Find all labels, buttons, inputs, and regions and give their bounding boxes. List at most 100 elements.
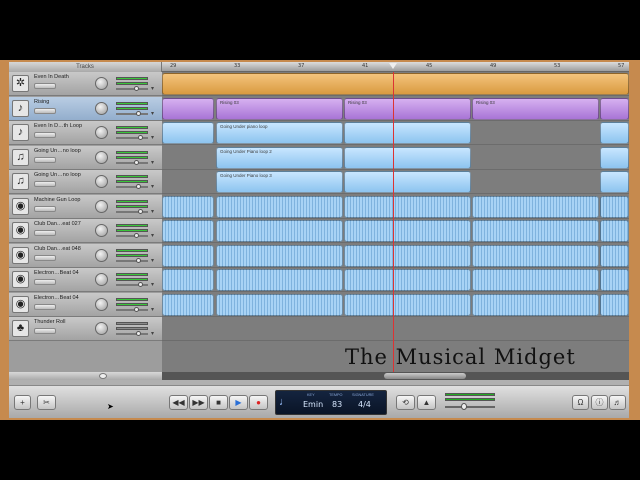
track-volume-slider[interactable] (116, 184, 148, 189)
track-volume-thumb[interactable] (138, 282, 143, 287)
track-volume-thumb[interactable] (136, 257, 141, 263)
track-lane[interactable] (162, 268, 629, 292)
track-volume-thumb[interactable] (136, 110, 141, 116)
pan-knob[interactable] (95, 273, 108, 286)
mute-solo-buttons[interactable] (34, 107, 56, 114)
track-name[interactable]: Electron…Beat 04 (34, 295, 79, 301)
mute-solo-buttons[interactable] (34, 205, 56, 212)
track-name[interactable]: Club Dan…eat 027 (34, 221, 81, 227)
track-header[interactable]: ◉ Electron…Beat 04 ▾ (9, 292, 162, 317)
pan-knob[interactable] (95, 322, 108, 335)
beat-ruler[interactable]: 29 33 37 41 45 49 53 57 (162, 62, 629, 72)
play-button[interactable]: ▶ (229, 395, 248, 410)
pan-knob[interactable] (95, 224, 108, 237)
mute-solo-buttons[interactable] (34, 181, 56, 187)
audio-region[interactable] (600, 293, 629, 316)
audio-region[interactable]: Rising 03 (344, 97, 471, 120)
track-volume-slider[interactable] (116, 86, 148, 91)
pan-knob[interactable] (95, 175, 108, 188)
audio-region[interactable] (472, 220, 599, 242)
track-name[interactable]: Even In D…th Loop (34, 123, 82, 129)
track-lane[interactable] (162, 244, 629, 268)
timeline-scroll-thumb[interactable] (384, 373, 466, 379)
track-lane[interactable] (162, 219, 629, 243)
audio-region[interactable] (472, 293, 599, 316)
audio-region[interactable] (162, 293, 214, 316)
master-volume-slider[interactable] (445, 403, 495, 410)
loop-browser-toggle[interactable]: Ω (572, 395, 589, 410)
timeline-scrollbar[interactable] (162, 372, 629, 380)
audio-region[interactable] (216, 269, 343, 291)
audio-region[interactable] (162, 244, 214, 267)
track-name[interactable]: Going Un…no loop (34, 172, 81, 178)
chevron-down-icon[interactable]: ▾ (151, 330, 154, 337)
mute-solo-buttons[interactable] (34, 328, 56, 334)
audio-region[interactable] (600, 122, 629, 144)
audio-region[interactable] (162, 97, 214, 120)
track-lane[interactable] (162, 195, 629, 219)
audio-region[interactable] (472, 269, 599, 291)
track-header[interactable]: ♫ Going Un…no loop ▾ (9, 170, 162, 194)
track-lane[interactable]: Going Under Piano loop 3 (162, 170, 629, 194)
track-info-button[interactable]: ⓘ (591, 395, 608, 410)
cycle-button[interactable]: ⟲ (396, 395, 415, 410)
mute-solo-buttons[interactable] (34, 83, 56, 89)
audio-region[interactable] (600, 220, 629, 242)
track-volume-slider[interactable] (116, 110, 148, 116)
audio-region[interactable] (216, 244, 343, 267)
track-lane[interactable] (162, 317, 629, 341)
chevron-down-icon[interactable]: ▾ (151, 306, 154, 313)
mute-solo-buttons[interactable] (34, 279, 56, 285)
track-volume-thumb[interactable] (138, 135, 143, 140)
track-volume-slider[interactable] (116, 135, 148, 140)
mute-solo-buttons[interactable] (34, 156, 56, 163)
chevron-down-icon[interactable]: ▾ (151, 110, 154, 117)
audio-region[interactable] (344, 269, 471, 291)
track-header[interactable]: ◉ Electron…Beat 04 ▾ (9, 268, 162, 292)
audio-region[interactable] (344, 293, 471, 316)
chevron-down-icon[interactable]: ▾ (151, 134, 154, 141)
track-name[interactable]: Machine Gun Loop (34, 197, 80, 203)
track-volume-thumb[interactable] (138, 208, 143, 214)
track-header[interactable]: ♫ Going Un…no loop ▾ (9, 145, 162, 170)
rewind-button[interactable]: ◀◀ (169, 395, 188, 410)
pan-knob[interactable] (95, 101, 108, 115)
audio-region[interactable] (472, 195, 599, 218)
record-button[interactable]: ● (249, 395, 268, 410)
chevron-down-icon[interactable]: ▾ (151, 183, 154, 190)
audio-region[interactable] (162, 122, 214, 144)
track-volume-slider[interactable] (116, 331, 148, 336)
track-volume-slider[interactable] (116, 159, 148, 165)
chevron-down-icon[interactable]: ▾ (151, 257, 154, 264)
audio-region[interactable]: Going Under piano loop (216, 122, 343, 144)
playhead-handle[interactable] (389, 63, 397, 69)
track-name[interactable]: Electron…Beat 04 (34, 270, 79, 276)
track-lane[interactable] (162, 72, 629, 96)
audio-region[interactable] (162, 195, 214, 218)
audio-region[interactable] (600, 195, 629, 218)
metronome-button[interactable]: ▲ (417, 395, 436, 410)
track-volume-slider[interactable] (116, 233, 148, 238)
zoom-slider-thumb[interactable] (99, 373, 107, 379)
track-volume-thumb[interactable] (134, 233, 139, 238)
track-volume-thumb[interactable] (134, 86, 139, 91)
fast-forward-button[interactable]: ▶▶ (189, 395, 208, 410)
track-name[interactable]: Rising (34, 99, 49, 105)
track-lane[interactable]: Going Under piano loop (162, 121, 629, 145)
audio-region[interactable] (600, 171, 629, 193)
audio-region[interactable] (344, 195, 471, 218)
audio-region[interactable] (600, 146, 629, 169)
track-lane[interactable] (162, 293, 629, 317)
pan-knob[interactable] (95, 150, 108, 164)
track-name[interactable]: Club Dan…eat 048 (34, 246, 81, 252)
track-volume-thumb[interactable] (134, 159, 139, 165)
lcd-display[interactable]: ♩ KEY TEMPO SIGNATURE Emin 83 4/4 (275, 390, 387, 415)
chevron-down-icon[interactable]: ▾ (151, 232, 154, 239)
audio-region[interactable] (216, 195, 343, 218)
track-volume-slider[interactable] (116, 306, 148, 312)
audio-region[interactable] (162, 269, 214, 291)
track-header[interactable]: ◉ Club Dan…eat 027 ▾ (9, 219, 162, 243)
audio-region[interactable] (600, 244, 629, 267)
timeline-area[interactable]: Rising 03 Rising 03 Rising 03 Going Under p… (162, 72, 629, 372)
audio-region[interactable] (216, 220, 343, 242)
